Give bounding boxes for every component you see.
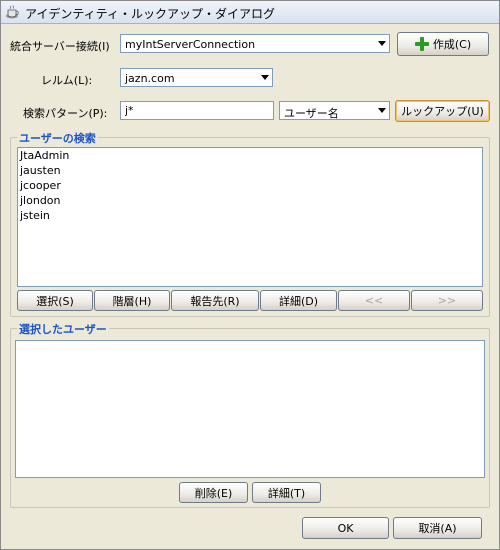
list-item[interactable]: jlondon <box>18 193 482 208</box>
selected-details-button[interactable]: 詳細(T) <box>252 482 321 503</box>
chevron-down-icon <box>261 75 269 80</box>
window-title: アイデンティティ・ルックアップ・ダイアログ <box>25 7 275 21</box>
search-results-list[interactable]: JtaAdmin jausten jcooper jlondon jstein <box>17 147 483 287</box>
select-button[interactable]: 選択(S) <box>17 290 93 311</box>
details-button[interactable]: 詳細(D) <box>260 290 337 311</box>
realm-value: jazn.com <box>125 72 175 85</box>
chevron-down-icon <box>378 108 386 113</box>
pattern-field[interactable] <box>120 101 274 120</box>
pattern-label: 検索パターン(P): <box>23 107 108 120</box>
list-item[interactable]: jstein <box>18 208 482 223</box>
chevron-down-icon <box>378 41 386 46</box>
search-field-value: ユーザー名 <box>284 107 339 120</box>
ok-button[interactable]: OK <box>302 517 389 539</box>
title-bar: アイデンティティ・ルックアップ・ダイアログ <box>1 1 499 24</box>
selected-users-list[interactable] <box>15 340 485 478</box>
connection-label: 統合サーバー接続(I) <box>10 40 110 53</box>
realm-dropdown[interactable]: jazn.com <box>120 68 273 87</box>
realm-label: レルム(L): <box>41 74 93 87</box>
reports-to-button[interactable]: 報告先(R) <box>171 290 259 311</box>
selected-users-title: 選択したユーザー <box>17 321 109 337</box>
connection-value: myIntServerConnection <box>125 38 256 51</box>
hierarchy-button[interactable]: 階層(H) <box>94 290 170 311</box>
list-item[interactable]: jcooper <box>18 178 482 193</box>
previous-page-button[interactable]: << <box>338 290 410 311</box>
create-button[interactable]: 作成(C) <box>397 32 489 56</box>
cancel-button[interactable]: 取消(A) <box>393 517 482 539</box>
next-page-button[interactable]: >> <box>411 290 483 311</box>
list-item[interactable]: JtaAdmin <box>18 148 482 163</box>
delete-button[interactable]: 削除(E) <box>179 482 248 503</box>
create-button-label: 作成(C) <box>432 38 472 51</box>
search-users-title: ユーザーの検索 <box>17 130 98 146</box>
connection-dropdown[interactable]: myIntServerConnection <box>120 34 390 53</box>
lookup-button[interactable]: ルックアップ(U) <box>395 100 490 122</box>
pattern-input[interactable] <box>121 102 273 119</box>
list-item[interactable]: jausten <box>18 163 482 178</box>
coffee-cup-icon <box>6 5 19 19</box>
plus-icon <box>414 37 429 51</box>
search-field-dropdown[interactable]: ユーザー名 <box>279 101 390 120</box>
identity-lookup-dialog: アイデンティティ・ルックアップ・ダイアログ 統合サーバー接続(I) myIntS… <box>0 0 500 550</box>
